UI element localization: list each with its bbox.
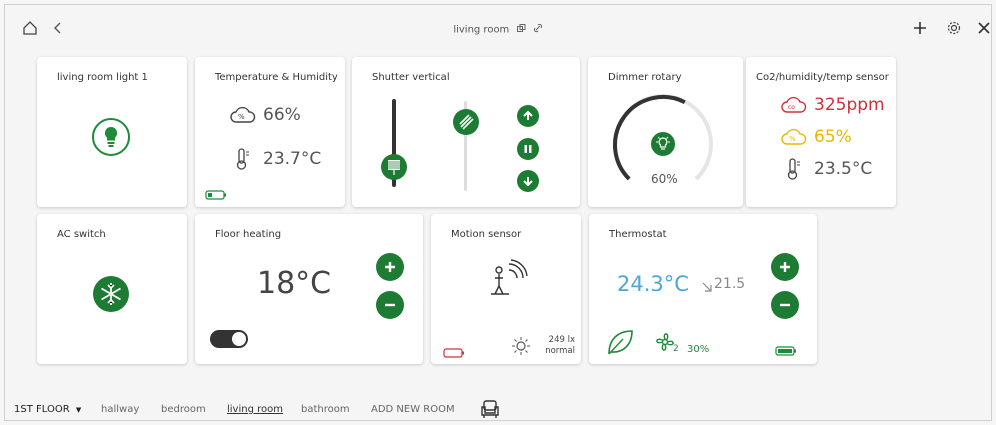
battery-full-icon xyxy=(775,341,797,360)
close-icon[interactable] xyxy=(973,17,995,39)
card-title: Thermostat xyxy=(609,229,667,240)
battery-low-icon xyxy=(205,185,227,204)
fan-speed: 2 xyxy=(673,344,679,354)
increase-button[interactable] xyxy=(376,253,404,281)
slat-slider-handle[interactable] xyxy=(452,107,480,141)
current-temperature: 24.3°C xyxy=(617,272,689,296)
toggle-knob xyxy=(232,332,246,346)
humidity-value: 66% xyxy=(263,105,301,125)
minus-icon xyxy=(385,303,395,307)
minus-icon xyxy=(780,303,790,307)
shutter-down-button[interactable] xyxy=(517,170,539,192)
svg-text:%: % xyxy=(789,135,796,143)
lightbulb-icon[interactable] xyxy=(91,117,131,161)
humidity-cloud-icon: % xyxy=(229,105,257,129)
arrow-up-icon xyxy=(523,110,533,120)
snowflake-icon[interactable] xyxy=(92,275,130,317)
plus-icon xyxy=(780,262,790,272)
light-card[interactable]: living room light 1 xyxy=(37,57,187,207)
room-tab-living-room[interactable]: living room xyxy=(227,404,283,415)
increase-button[interactable] xyxy=(771,253,799,281)
lux-readout: 249 lx normal xyxy=(541,335,575,357)
room-tab-hallway[interactable]: hallway xyxy=(101,404,139,415)
page-title: living room xyxy=(5,23,991,36)
temperature-value: 23.5°C xyxy=(814,159,873,179)
svg-text:co: co xyxy=(788,104,795,111)
card-title: living room light 1 xyxy=(57,72,148,83)
app-frame: living room living room light 1 Temperat… xyxy=(4,4,992,421)
lux-status: normal xyxy=(545,346,575,356)
room-nav-bar: 1ST FLOOR ▼ hallway bedroom living room … xyxy=(5,390,991,420)
fan-percent: 30% xyxy=(687,344,710,355)
co2-cloud-icon: co xyxy=(780,95,808,119)
dimmer-bulb-icon xyxy=(650,131,676,161)
room-tab-bathroom[interactable]: bathroom xyxy=(301,404,350,415)
shutter-card[interactable]: Shutter vertical xyxy=(352,57,580,207)
lux-value: 249 lx xyxy=(548,335,575,345)
decrease-button[interactable] xyxy=(376,291,404,319)
thermometer-icon xyxy=(786,157,802,185)
arrow-down-right-icon xyxy=(701,278,713,297)
plus-icon[interactable] xyxy=(909,17,931,39)
humidity-cloud-icon: % xyxy=(780,127,808,151)
co2-value: 325ppm xyxy=(814,95,885,115)
leaf-icon[interactable] xyxy=(605,328,635,360)
room-title: living room xyxy=(453,24,510,36)
motion-person-icon xyxy=(489,258,529,302)
card-title: Dimmer rotary xyxy=(608,72,682,83)
floor-selector[interactable]: 1ST FLOOR ▼ xyxy=(14,404,81,415)
ac-card[interactable]: AC switch xyxy=(37,214,187,364)
copy-icon[interactable] xyxy=(516,23,526,36)
link-icon[interactable] xyxy=(533,23,543,36)
shutter-slider-handle[interactable] xyxy=(380,151,408,187)
shutter-up-button[interactable] xyxy=(517,105,539,127)
co2-card[interactable]: Co2/humidity/temp sensor co 325ppm % 65%… xyxy=(746,57,896,207)
thermometer-icon xyxy=(235,147,251,175)
card-title: Motion sensor xyxy=(451,229,522,240)
sofa-icon[interactable] xyxy=(479,398,501,423)
card-title: Shutter vertical xyxy=(372,72,450,83)
dimmer-level: 60% xyxy=(651,172,678,186)
gear-icon[interactable] xyxy=(943,17,965,39)
shutter-stop-button[interactable] xyxy=(517,138,539,160)
humidity-value: 65% xyxy=(814,127,852,147)
card-title: AC switch xyxy=(57,229,106,240)
pause-icon xyxy=(524,145,532,153)
add-new-room-link[interactable]: ADD NEW ROOM xyxy=(371,404,455,415)
sun-icon xyxy=(511,336,531,360)
floor-heating-setpoint: 18°C xyxy=(257,266,332,301)
target-temperature: 21.5 xyxy=(714,276,746,292)
card-title: Floor heating xyxy=(215,229,282,240)
temp-humidity-card[interactable]: Temperature & Humidity % 66% 23.7°C xyxy=(195,57,345,207)
floor-heating-toggle[interactable] xyxy=(210,330,248,348)
arrow-down-icon xyxy=(523,177,533,187)
temperature-value: 23.7°C xyxy=(263,149,322,169)
battery-empty-icon xyxy=(443,343,465,362)
card-title: Co2/humidity/temp sensor xyxy=(756,72,889,83)
caret-down-icon: ▼ xyxy=(75,406,82,414)
decrease-button[interactable] xyxy=(771,291,799,319)
thermostat-card[interactable]: Thermostat 24.3°C 21.5 2 30% xyxy=(589,214,817,364)
top-bar: living room xyxy=(5,5,991,49)
dimmer-card[interactable]: Dimmer rotary 60% xyxy=(588,57,743,207)
floor-label: 1ST FLOOR xyxy=(14,404,70,415)
plus-icon xyxy=(385,262,395,272)
room-tab-bedroom[interactable]: bedroom xyxy=(161,404,206,415)
floor-heating-card[interactable]: Floor heating 18°C xyxy=(195,214,423,364)
card-title: Temperature & Humidity xyxy=(215,72,338,83)
svg-text:%: % xyxy=(238,113,245,121)
motion-card[interactable]: Motion sensor 249 lx normal xyxy=(431,214,581,364)
